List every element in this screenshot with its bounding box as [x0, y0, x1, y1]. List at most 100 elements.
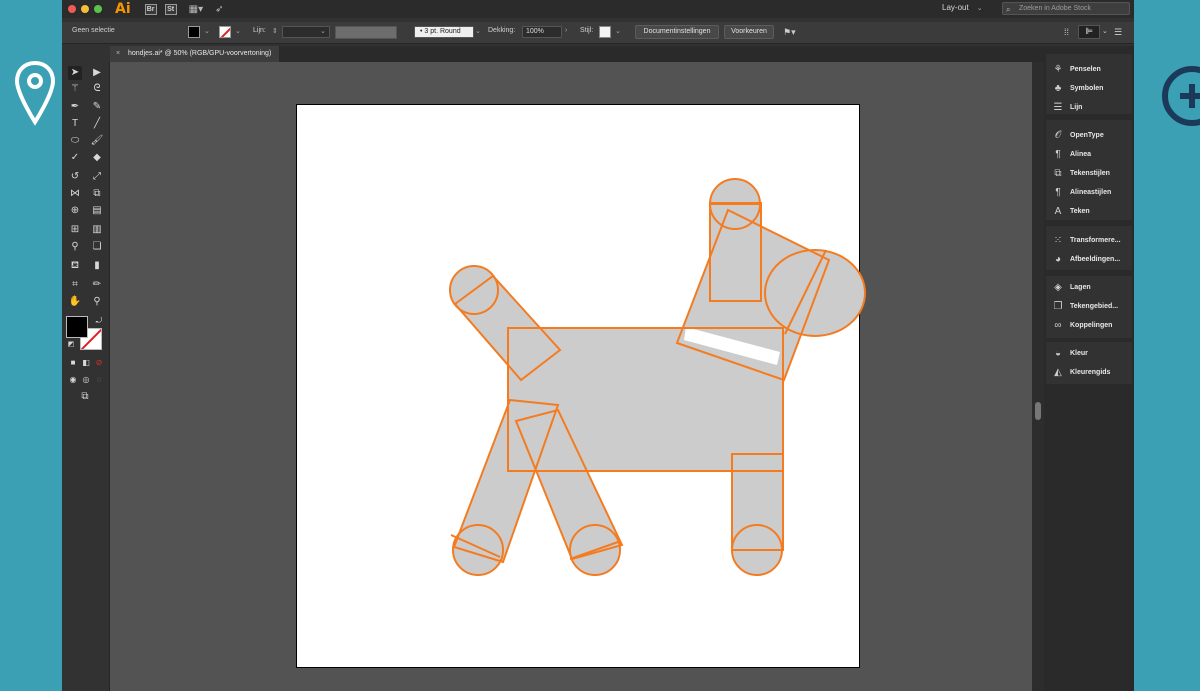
style-swatch[interactable] — [599, 26, 611, 38]
artboard[interactable] — [296, 104, 866, 668]
illustrator-window: Ai Br St ▦▾ ➶ Lay-out ⌄ ⌕ Zoeken in Adobe… — [62, 0, 1134, 691]
fill-color-box[interactable] — [66, 316, 88, 338]
width-tool-icon[interactable]: ⋈ — [68, 187, 82, 201]
panel-item-tekenstijlen[interactable]: ⧉ Tekenstijlen — [1046, 164, 1132, 182]
magic-wand-tool-icon[interactable]: ⚚ — [68, 82, 82, 96]
panel-item-koppelingen[interactable]: ∞ Koppelingen — [1046, 316, 1132, 334]
add-circle-icon — [1162, 66, 1200, 126]
panel-item-teken[interactable]: A Teken — [1046, 202, 1132, 220]
workspace-switcher[interactable]: Lay-out ⌄ — [942, 3, 983, 12]
minimize-window-button[interactable] — [81, 5, 89, 13]
stroke-weight-dropdown-icon[interactable]: ⌄ — [320, 27, 326, 35]
column-graph-tool-icon[interactable]: ▮ — [90, 259, 104, 273]
panel-item-alineastijlen[interactable]: ¶ Alineastijlen — [1046, 183, 1132, 201]
slice-tool-icon[interactable]: ✏ — [90, 278, 104, 292]
close-tab-icon[interactable]: × — [116, 46, 120, 62]
default-fill-stroke-icon[interactable]: ◩ — [64, 338, 78, 352]
paintbrush-tool-icon[interactable]: 🖌 — [90, 134, 104, 148]
stock-search-input[interactable]: ⌕ Zoeken in Adobe Stock — [1002, 2, 1130, 15]
type-tool-icon[interactable]: T — [68, 117, 82, 131]
panel-item-tekengebied[interactable]: ❐ Tekengebied... — [1046, 297, 1132, 315]
control-menu-icon[interactable]: ☰ — [1114, 27, 1122, 38]
document-settings-button[interactable]: Documentinstellingen — [635, 25, 719, 39]
eraser-tool-icon[interactable]: ◆ — [90, 151, 104, 165]
swap-fill-stroke-icon[interactable]: ⤾ — [92, 314, 106, 328]
document-tab[interactable]: × hondjes.ai* @ 50% (RGB/GPU-voorvertoni… — [110, 46, 280, 62]
panel-item-opentype[interactable]: 𝒪 OpenType — [1046, 126, 1132, 144]
eyedropper-tool-icon[interactable]: ⚲ — [68, 240, 82, 254]
search-icon: ⌕ — [1006, 5, 1011, 14]
stock-button[interactable]: St — [164, 3, 177, 15]
zoom-tool-icon[interactable]: ⚲ — [90, 295, 104, 309]
direct-selection-tool-icon[interactable]: ▶ — [90, 66, 104, 80]
dog-illustration[interactable] — [110, 63, 1044, 691]
style-dropdown-icon[interactable]: ⌄ — [615, 27, 621, 35]
panel-group-layers: ◈ Lagen ❐ Tekengebied... ∞ Koppelingen — [1046, 276, 1132, 338]
symbols-icon: ♣ — [1054, 82, 1062, 94]
panel-label: Tekengebied... — [1070, 302, 1119, 310]
panel-item-kleur[interactable]: ◒ Kleur — [1046, 344, 1132, 362]
panel-item-alinea[interactable]: ¶ Alinea — [1046, 145, 1132, 163]
color-mode-icon[interactable]: ■ — [66, 356, 80, 370]
stroke-swatch[interactable] — [219, 26, 231, 38]
pen-tool-icon[interactable]: ✒ — [68, 100, 82, 114]
canvas-area[interactable] — [110, 62, 1044, 691]
brush-dropdown-icon[interactable]: ⌄ — [475, 27, 481, 35]
panel-item-penselen[interactable]: ⚘ Penselen — [1046, 60, 1132, 78]
artboard-tool-icon[interactable]: ⌗ — [68, 278, 82, 292]
panel-dock: ⚘ Penselen ♣ Symbolen ☰ Lijn 𝒪 OpenType ¶ Ali… — [1044, 46, 1134, 691]
vertical-scrollbar[interactable] — [1032, 62, 1044, 691]
panel-label: Teken — [1070, 207, 1090, 215]
shaper-tool-icon[interactable]: ✓ — [68, 151, 82, 165]
screen-mode-icon[interactable]: ⧉ — [78, 390, 92, 404]
fill-dropdown-icon[interactable]: ⌄ — [204, 27, 210, 35]
close-window-button[interactable] — [68, 5, 76, 13]
panel-item-lijn[interactable]: ☰ Lijn — [1046, 98, 1132, 116]
blend-tool-icon[interactable]: ❏ — [90, 240, 104, 254]
stroke-weight-stepper[interactable]: ⇕ — [272, 27, 278, 35]
draw-normal-icon[interactable]: ◉ — [66, 373, 80, 387]
hand-tool-icon[interactable]: ✋ — [68, 295, 82, 309]
variable-width-profile[interactable] — [335, 26, 397, 39]
brush-definition[interactable]: • 3 pt. Round — [414, 26, 474, 38]
bridge-button[interactable]: Br — [144, 3, 157, 15]
lasso-tool-icon[interactable]: ᘓ — [90, 82, 104, 96]
free-transform-tool-icon[interactable]: ⧉ — [90, 187, 104, 201]
gpu-performance-icon[interactable]: ➶ — [215, 4, 223, 15]
align-panel-button[interactable]: ⊫ — [1078, 25, 1100, 39]
draw-behind-icon[interactable]: ◎ — [79, 373, 93, 387]
fill-swatch[interactable] — [188, 26, 200, 38]
gradient-tool-icon[interactable]: ▥ — [90, 223, 104, 237]
gradient-mode-icon[interactable]: ◧ — [79, 356, 93, 370]
panel-item-lagen[interactable]: ◈ Lagen — [1046, 278, 1132, 296]
draw-inside-icon[interactable]: ◌ — [92, 373, 106, 387]
ellipse-tool-icon[interactable]: ⬭ — [68, 134, 82, 148]
rotate-tool-icon[interactable]: ↺ — [68, 170, 82, 184]
preferences-button[interactable]: Voorkeuren — [724, 25, 774, 39]
stroke-dropdown-icon[interactable]: ⌄ — [235, 27, 241, 35]
curvature-tool-icon[interactable]: ✎ — [90, 100, 104, 114]
opacity-field[interactable]: 100% — [522, 26, 562, 38]
mesh-tool-icon[interactable]: ⊞ — [68, 223, 82, 237]
panel-label: Alineastijlen — [1070, 188, 1112, 196]
line-tool-icon[interactable]: ╱ — [90, 117, 104, 131]
scale-tool-icon[interactable]: ⤢ — [90, 170, 104, 184]
panel-arrange-icon[interactable]: ⁞⁞ — [1064, 27, 1069, 37]
opacity-label: Dekking: — [488, 27, 516, 34]
select-similar-icon[interactable]: ⚑▾ — [783, 27, 796, 38]
panel-item-image-trace[interactable]: ◕ Afbeeldingen... — [1046, 250, 1132, 268]
arrange-documents-icon[interactable]: ▦▾ — [189, 4, 203, 15]
none-mode-icon[interactable]: ⊘ — [92, 356, 106, 370]
panel-item-kleurengids[interactable]: ◭ Kleurengids — [1046, 363, 1132, 381]
shape-builder-tool-icon[interactable]: ⊕ — [68, 204, 82, 218]
zoom-window-button[interactable] — [94, 5, 102, 13]
align-dropdown-icon[interactable]: ⌄ — [1102, 27, 1108, 35]
symbol-sprayer-tool-icon[interactable]: ⛾ — [68, 259, 82, 273]
panel-item-symbolen[interactable]: ♣ Symbolen — [1046, 79, 1132, 97]
transform-icon: ⁙ — [1053, 234, 1063, 246]
perspective-grid-tool-icon[interactable]: ▤ — [90, 204, 104, 218]
panel-item-transform[interactable]: ⁙ Transformere... — [1046, 231, 1132, 249]
selection-tool-icon[interactable]: ➤ — [68, 66, 82, 80]
scrollbar-thumb[interactable] — [1035, 402, 1041, 420]
opacity-dropdown-icon[interactable]: › — [565, 27, 567, 34]
